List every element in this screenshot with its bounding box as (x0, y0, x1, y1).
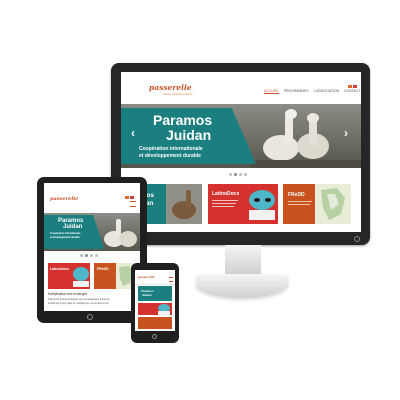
card-face-art (158, 304, 170, 315)
card-map-art (315, 184, 351, 224)
slider-dot[interactable] (234, 173, 237, 176)
card-alpaca-photo (166, 184, 202, 224)
hero-subtitle-line-2: et développement durable (139, 153, 201, 159)
tablet-header: passerelle (44, 183, 140, 214)
hero-subtitle-line-1: Coopération internationale (139, 146, 203, 152)
tablet-hero: Paramos Juidan Coopération international… (44, 213, 140, 251)
tablet-logo[interactable]: passerelle (50, 197, 78, 202)
program-card-fredd[interactable]: FReDD (94, 263, 136, 289)
desktop-slider-dots[interactable] (229, 173, 247, 176)
menu-icon[interactable] (169, 277, 173, 282)
slider-next-arrow-icon[interactable]: › (344, 126, 348, 140)
menu-icon[interactable] (130, 201, 136, 207)
hero-subtitle-line-2: et développement durable (50, 236, 80, 239)
alpaca-photo (104, 219, 137, 247)
desktop-logo[interactable]: passerelle (149, 84, 192, 92)
hero-title-line-1: Paramos (153, 112, 213, 128)
phone-card-latinodocs[interactable] (138, 303, 172, 315)
tablet-screen: passerelle Paramos Juidan Coopération in… (44, 183, 140, 311)
slider-dot[interactable] (95, 254, 98, 257)
tablet-section-text-line-2: lucratif qui a pour objet de multiplier … (48, 302, 109, 305)
slider-prev-arrow-icon[interactable]: ‹ (131, 126, 135, 140)
tablet-section-title: Multiplication des échanges (48, 292, 88, 296)
slider-dot[interactable] (244, 173, 247, 176)
card-title: FReDD (97, 267, 109, 271)
card-title: LatinoDocs (50, 267, 70, 271)
flag-icon[interactable] (353, 85, 357, 88)
hero-title-line-2: Juidan (63, 224, 83, 230)
program-card-latinodocs[interactable]: LatinoDocs (208, 184, 278, 224)
hero-title-line-2: Juidan (166, 127, 212, 143)
monitor-stand-base (196, 274, 288, 298)
tablet-section-text-line-1: Passerelle France Amérique est une assoc… (48, 298, 110, 301)
desktop-header: passerelle france amérique latine ACCUEI… (121, 72, 361, 105)
nav-item-accueil[interactable]: ACCUEIL (264, 89, 279, 94)
card-text-line (212, 203, 236, 204)
card-face-art (240, 184, 278, 224)
card-text-line (288, 201, 312, 202)
card-title: Juidan (142, 293, 152, 297)
tablet-slider-dots[interactable] (80, 254, 98, 257)
slider-dot[interactable] (229, 173, 232, 176)
monitor-stand-neck (225, 245, 261, 275)
card-text-line (212, 206, 234, 207)
nav-item-association[interactable]: L'ASSOCIATION (314, 89, 339, 94)
program-card-fredd[interactable]: FReDD (283, 184, 351, 224)
card-text-line (288, 204, 310, 205)
phone-card-paramos[interactable]: Paramos Juidan (138, 286, 172, 301)
program-card-latinodocs[interactable]: LatinoDocs (48, 263, 90, 289)
slider-dot[interactable] (85, 254, 88, 257)
flag-icon[interactable] (130, 196, 134, 199)
phone-screen: passerelle Paramos Juidan (135, 270, 175, 331)
phone-logo[interactable]: passerelle (138, 276, 155, 279)
flag-icon[interactable] (348, 85, 352, 88)
flag-icon[interactable] (125, 196, 129, 199)
desktop-screen: passerelle france amérique latine ACCUEI… (121, 72, 361, 232)
slider-dot[interactable] (90, 254, 93, 257)
desktop-nav: ACCUEIL PROGRAMMES L'ASSOCIATION CONTACT (264, 89, 360, 94)
nav-item-programmes[interactable]: PROGRAMMES (284, 89, 309, 94)
card-title: FReDD (288, 192, 305, 198)
slider-dot[interactable] (239, 173, 242, 176)
card-text-line (212, 200, 238, 201)
desktop-logo-subtitle: france amérique latine (163, 92, 193, 96)
card-face-art (73, 267, 89, 287)
slider-dot[interactable] (80, 254, 83, 257)
phone-header: passerelle (135, 270, 175, 285)
desktop-hero-slider: Paramos Juidan Coopération international… (121, 104, 361, 168)
nav-item-contact[interactable]: CONTACT (344, 89, 360, 94)
phone-card-fredd[interactable] (138, 317, 172, 329)
phone-home-button-icon[interactable] (152, 334, 157, 339)
card-title: LatinoDocs (212, 191, 240, 197)
monitor-power-icon (354, 236, 360, 242)
tablet-home-button-icon[interactable] (87, 314, 93, 320)
